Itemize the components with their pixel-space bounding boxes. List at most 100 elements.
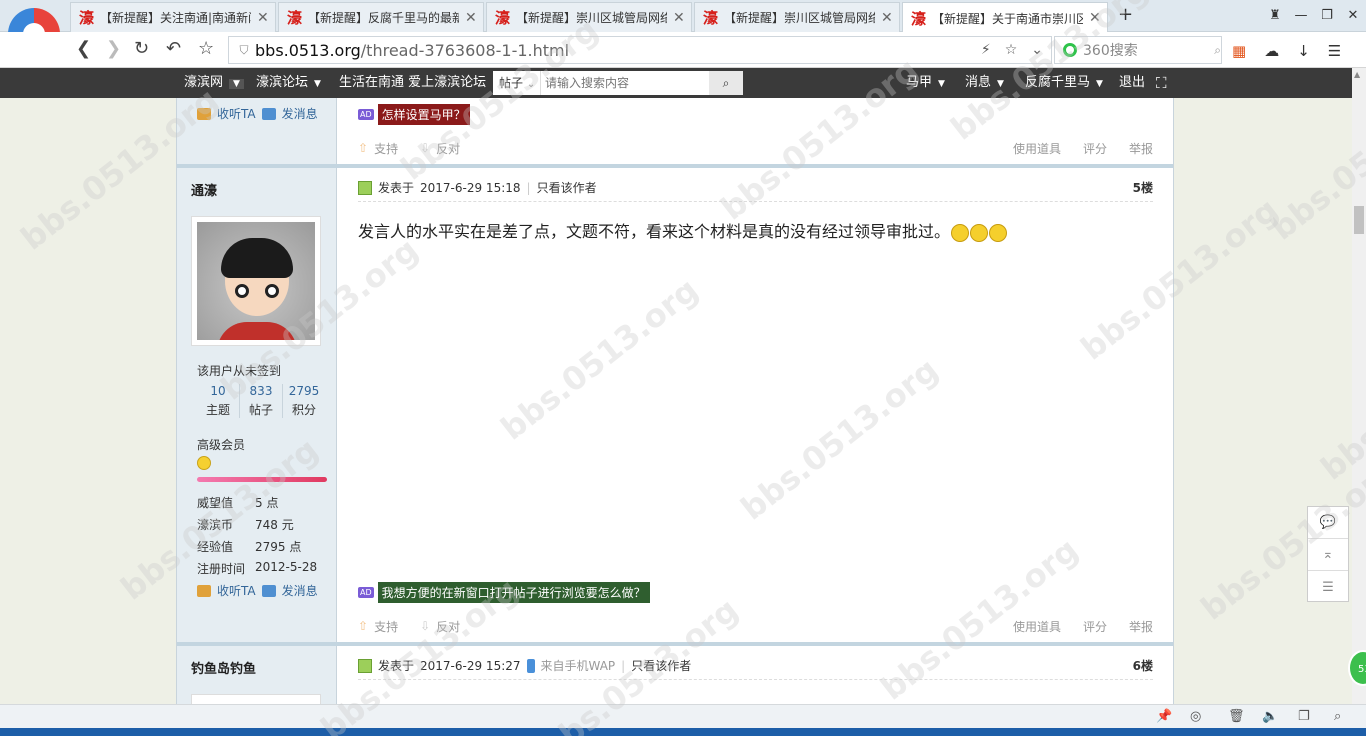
volume-icon[interactable]: 🔈 (1262, 709, 1278, 724)
prev-ad[interactable]: AD 怎样设置马甲？ (358, 104, 470, 125)
ad-link[interactable]: 怎样设置马甲？ (377, 104, 470, 125)
pin-icon[interactable]: 📌 (1156, 709, 1172, 724)
use-tool-link[interactable]: 使用道具 (1013, 618, 1061, 635)
window-controls: ♜ — ❐ ✕ (1262, 0, 1366, 30)
floor-number[interactable]: 5楼 (1133, 179, 1153, 196)
url-field[interactable]: ⛉ bbs.0513.org /thread-3763608-1-1.html … (228, 36, 1052, 64)
scrollbar-thumb[interactable] (1354, 206, 1364, 234)
fullscreen-icon[interactable]: ⛶ (1156, 68, 1167, 98)
send-message-link[interactable]: 发消息 (282, 105, 318, 122)
favorite-star-icon[interactable]: ☆ (198, 38, 214, 59)
back-icon[interactable]: ❮ (76, 38, 91, 59)
close-icon[interactable]: ✕ (881, 10, 899, 26)
tab-bar: 濠 【新提醒】关注南通|南通新闻 ✕ 濠 【新提醒】反腐千里马的最新 ✕ 濠 【… (0, 0, 1366, 33)
undo-close-icon[interactable]: ↶ (166, 38, 181, 59)
back-to-top-icon[interactable]: ⌅ (1308, 539, 1348, 571)
chevron-down-icon[interactable]: ⌄ (1031, 42, 1043, 58)
cloud-icon[interactable]: ☁ (1264, 42, 1279, 60)
report-link[interactable]: 举报 (1129, 618, 1153, 635)
ad-link[interactable]: 我想方便的在新窗口打开帖子进行浏览要怎么做？ (377, 582, 650, 603)
nav-slogan[interactable]: 生活在南通 爱上濠滨论坛 (339, 68, 486, 98)
use-tool-link[interactable]: 使用道具 (1013, 140, 1061, 157)
ad-tag: AD (358, 109, 374, 120)
floating-toolbar: 💬 ⌅ ☰ (1307, 506, 1349, 602)
only-author-link[interactable]: 只看该作者 (631, 657, 691, 674)
only-author-link[interactable]: 只看该作者 (537, 179, 597, 196)
speed-icon[interactable]: ◎ (1190, 709, 1201, 724)
nav-messages[interactable]: 消息 ▼ (965, 68, 1004, 98)
browser-tab-3[interactable]: 濠 【新提醒】崇川区城管局网络 ✕ (486, 2, 692, 32)
browser-tab-1[interactable]: 濠 【新提醒】关注南通|南通新闻 ✕ (70, 2, 276, 32)
search-scope-select[interactable]: 帖子 ⌄ (493, 71, 541, 95)
member-level[interactable]: 高级会员 (197, 436, 245, 453)
close-icon[interactable]: ✕ (465, 10, 483, 26)
rate-link[interactable]: 评分 (1083, 618, 1107, 635)
send-message-link[interactable]: 发消息 (282, 582, 318, 599)
close-window-icon[interactable]: ✕ (1340, 0, 1366, 30)
search-engine-logo-icon (1063, 43, 1077, 57)
site-favicon-icon: 濠 (287, 9, 303, 27)
stat-topics[interactable]: 10 主题 (197, 384, 240, 418)
report-link[interactable]: 举报 (1129, 140, 1153, 157)
avatar[interactable] (191, 216, 321, 346)
floating-badge[interactable]: 53 (1348, 650, 1366, 686)
rate-link[interactable]: 评分 (1083, 140, 1107, 157)
mobile-phone-icon (526, 658, 535, 673)
reply-comment-icon[interactable]: 💬 (1308, 507, 1348, 539)
zoom-icon[interactable]: ⌕ (1334, 709, 1341, 724)
window-icon[interactable]: ❐ (1298, 709, 1310, 724)
minimize-icon[interactable]: — (1288, 0, 1314, 30)
author-stats: 10 主题 833 帖子 2795 积分 (197, 384, 325, 418)
new-tab-icon[interactable]: + (1118, 4, 1133, 25)
bookmark-star-icon[interactable]: ☆ (1005, 42, 1018, 58)
author-name[interactable]: 钓鱼岛钓鱼 (191, 658, 256, 677)
nav-majia[interactable]: 马甲 ▼ (906, 68, 945, 98)
site-search-button[interactable]: ⌕ (709, 71, 743, 95)
page-scrollbar[interactable]: ▲ (1352, 68, 1366, 704)
browser-tab-2[interactable]: 濠 【新提醒】反腐千里马的最新 ✕ (278, 2, 484, 32)
browser-tab-5-active[interactable]: 濠 【新提醒】关于南通市崇川区 ✕ (902, 2, 1108, 33)
nav-logout[interactable]: 退出 (1119, 68, 1145, 98)
refresh-icon[interactable]: ↻ (134, 38, 149, 59)
nav-home[interactable]: 濠滨网 ▼ (184, 68, 244, 98)
maximize-icon[interactable]: ❐ (1314, 0, 1340, 30)
close-icon[interactable]: ✕ (673, 10, 691, 26)
nav-user[interactable]: 反腐千里马 ▼ (1025, 68, 1103, 98)
site-search-input[interactable] (541, 76, 709, 90)
forward-icon[interactable]: ❯ (106, 38, 121, 59)
support-button[interactable]: ⇧ 支持 (358, 618, 398, 635)
post-time: 2017-6-29 15:18 (420, 180, 521, 195)
follow-link[interactable]: 收听TA (217, 582, 256, 599)
floor-number[interactable]: 6楼 (1133, 657, 1153, 674)
trash-icon[interactable]: 🗑 (1228, 709, 1245, 724)
download-icon[interactable]: ↓ (1297, 42, 1310, 60)
lightning-icon[interactable]: ⚡ (981, 42, 991, 58)
author-details: 威望值 5 点 濠滨币 748 元 经验值 2795 点 注册时间 2012-5-28 (197, 496, 318, 576)
support-button[interactable]: ⇧ 支持 (358, 140, 398, 157)
message-icon (261, 107, 276, 120)
list-icon[interactable]: ☰ (1308, 571, 1348, 603)
grin-emoji-icon (951, 223, 970, 242)
close-icon[interactable]: ✕ (257, 10, 275, 26)
search-icon[interactable]: ⌕ (1214, 43, 1221, 58)
post5-ad[interactable]: AD 我想方便的在新窗口打开帖子进行浏览要怎么做？ (358, 582, 650, 603)
avatar[interactable] (191, 694, 321, 704)
close-icon[interactable]: ✕ (1089, 10, 1107, 26)
menu-icon[interactable]: ☰ (1328, 42, 1341, 60)
follow-link[interactable]: 收听TA (217, 105, 256, 122)
post5-header: 发表于 2017-6-29 15:18 | 只看该作者 5楼 (358, 174, 1153, 202)
post5-follow-links: 收听TA 发消息 (197, 582, 318, 599)
scroll-up-icon[interactable]: ▲ (1354, 70, 1360, 79)
stat-posts[interactable]: 833 帖子 (240, 384, 283, 418)
oppose-button[interactable]: ⇩ 反对 (420, 618, 460, 635)
shirt-skin-icon[interactable]: ♜ (1262, 0, 1288, 30)
nav-forum[interactable]: 濠滨论坛 ▼ (256, 68, 321, 98)
apps-grid-icon[interactable]: ▦ (1232, 42, 1246, 60)
browser-tab-4[interactable]: 濠 【新提醒】崇川区城管局网络 ✕ (694, 2, 900, 32)
post-source[interactable]: 来自手机WAP (541, 657, 616, 674)
stat-points[interactable]: 2795 积分 (283, 384, 325, 418)
caret-down-icon[interactable]: ▼ (229, 79, 244, 89)
oppose-button[interactable]: ⇩ 反对 (420, 140, 460, 157)
search-box-360[interactable]: 360搜索 ⌕ (1054, 36, 1222, 64)
author-name[interactable]: 通濠 (191, 180, 217, 199)
